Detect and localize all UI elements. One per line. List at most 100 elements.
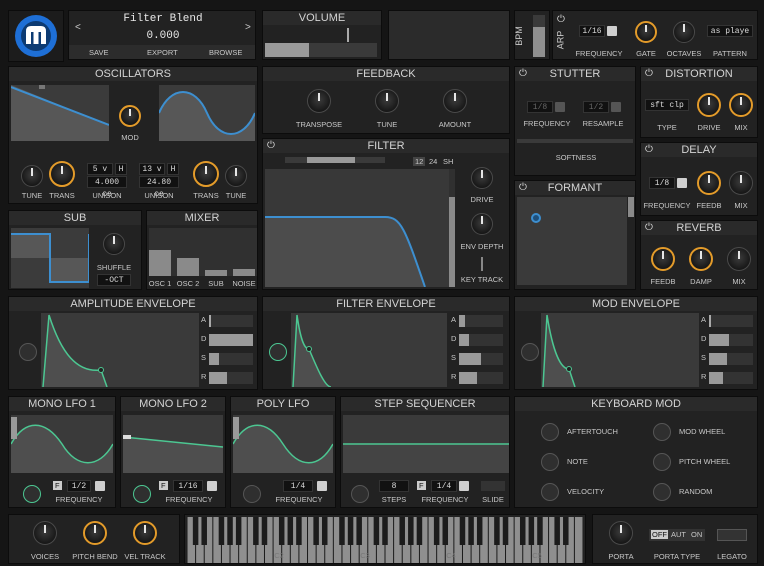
- mod-envelope-graph[interactable]: [541, 313, 699, 387]
- osc1-tune-knob[interactable]: [21, 165, 43, 187]
- sub-oct-field[interactable]: -OCT: [97, 274, 131, 286]
- poly-lfo-frequency-field[interactable]: 1/4: [283, 480, 313, 492]
- mono-lfo1-waveform[interactable]: [11, 415, 113, 473]
- formant-power-icon[interactable]: ⏻: [519, 183, 527, 193]
- legato-toggle[interactable]: [717, 529, 747, 541]
- fenv-sustain-slider[interactable]: [459, 353, 503, 365]
- voices-knob[interactable]: [33, 521, 57, 545]
- porta-type-selector[interactable]: OFF AUT ON: [649, 529, 705, 541]
- mono-lfo2-sync-icon[interactable]: [207, 481, 217, 491]
- volume-slider[interactable]: [265, 43, 377, 57]
- delay-sync-icon[interactable]: [677, 178, 687, 188]
- distortion-mix-knob[interactable]: [729, 93, 753, 117]
- filter-drive-knob[interactable]: [471, 167, 493, 189]
- black-key[interactable]: [218, 517, 225, 545]
- step-sequencer-f-button[interactable]: F: [417, 481, 426, 490]
- amp-release-slider[interactable]: [209, 372, 253, 384]
- black-key[interactable]: [347, 517, 354, 545]
- black-key[interactable]: [313, 517, 319, 545]
- mod-wheel-mod-icon[interactable]: [653, 423, 671, 441]
- black-key[interactable]: [416, 517, 423, 545]
- reverb-feedb-knob[interactable]: [651, 247, 675, 271]
- osc2-detune-field[interactable]: 24.80 ce: [139, 176, 179, 199]
- black-key[interactable]: [502, 517, 509, 545]
- formant-xy-pad[interactable]: [517, 197, 627, 285]
- black-key[interactable]: [528, 517, 535, 545]
- arp-pattern-field[interactable]: as playe: [707, 25, 753, 37]
- menv-release-slider[interactable]: [709, 372, 753, 384]
- fenv-release-slider[interactable]: [459, 372, 503, 384]
- mono-lfo1-f-button[interactable]: F: [53, 481, 62, 490]
- filter-blend-slider[interactable]: [285, 157, 385, 163]
- pitch-wheel-mod-icon[interactable]: [653, 453, 671, 471]
- arp-octaves-knob[interactable]: [673, 21, 695, 43]
- piano-keyboard[interactable]: [187, 517, 583, 563]
- stutter-power-icon[interactable]: ⏻: [519, 69, 527, 79]
- delay-mix-knob[interactable]: [729, 171, 753, 195]
- velocity-mod-icon[interactable]: [541, 483, 559, 501]
- arp-power-icon[interactable]: ⏻: [557, 15, 565, 25]
- poly-lfo-mod-icon[interactable]: [243, 485, 261, 503]
- osc2-voices-field[interactable]: 13 v: [139, 163, 165, 175]
- stutter-resample-field[interactable]: 1/2: [583, 101, 609, 113]
- black-key[interactable]: [408, 517, 414, 545]
- sub-waveform[interactable]: [11, 228, 89, 288]
- formant-xy-handle[interactable]: [531, 213, 541, 223]
- osc-mod-knob[interactable]: [119, 105, 141, 127]
- black-key[interactable]: [373, 517, 380, 545]
- stutter-frequency-sync-icon[interactable]: [555, 102, 565, 112]
- filter-resonance-slider[interactable]: [449, 169, 455, 287]
- step-sequencer-slide-slider[interactable]: [481, 481, 505, 491]
- filter-key-track-slider[interactable]: [481, 257, 483, 271]
- black-key[interactable]: [519, 517, 526, 545]
- porta-aut-option[interactable]: AUT: [671, 530, 686, 539]
- filter-power-icon[interactable]: ⏻: [267, 141, 275, 151]
- arp-gate-knob[interactable]: [635, 21, 657, 43]
- osc2-trans-knob[interactable]: [193, 161, 219, 187]
- black-key[interactable]: [399, 517, 405, 545]
- export-button[interactable]: EXPORT: [147, 48, 178, 57]
- mono-lfo1-frequency-field[interactable]: 1/2: [67, 480, 91, 492]
- feedback-transpose-knob[interactable]: [307, 89, 331, 113]
- black-key[interactable]: [287, 517, 294, 545]
- mod-envelope-mod-icon[interactable]: [521, 343, 539, 361]
- filter-12db-button[interactable]: 12: [413, 157, 426, 166]
- amp-decay-slider[interactable]: [209, 334, 253, 346]
- amplitude-envelope-mod-icon[interactable]: [19, 343, 37, 361]
- black-key[interactable]: [537, 517, 543, 545]
- reverb-mix-knob[interactable]: [727, 247, 751, 271]
- black-key[interactable]: [494, 517, 500, 545]
- step-sequencer-steps-field[interactable]: 8: [379, 480, 409, 492]
- osc1-trans-knob[interactable]: [49, 161, 75, 187]
- black-key[interactable]: [459, 517, 466, 545]
- save-button[interactable]: SAVE: [89, 48, 108, 57]
- delay-power-icon[interactable]: ⏻: [645, 145, 653, 155]
- formant-y-scroll[interactable]: [628, 197, 634, 217]
- black-key[interactable]: [554, 517, 560, 545]
- filter-env-depth-knob[interactable]: [471, 213, 493, 235]
- black-key[interactable]: [296, 517, 302, 545]
- distortion-drive-knob[interactable]: [697, 93, 721, 117]
- osc2-h-toggle[interactable]: H: [167, 163, 179, 175]
- patch-value[interactable]: 0.000: [89, 30, 237, 42]
- black-key[interactable]: [442, 517, 449, 545]
- bpm-slider[interactable]: [533, 15, 545, 57]
- step-sequencer-frequency-field[interactable]: 1/4: [431, 480, 457, 492]
- prev-patch-button[interactable]: <: [75, 22, 81, 33]
- black-key[interactable]: [261, 517, 268, 545]
- stutter-resample-sync-icon[interactable]: [611, 102, 621, 112]
- black-key[interactable]: [339, 517, 345, 545]
- black-key[interactable]: [321, 517, 328, 545]
- osc2-waveform[interactable]: [159, 85, 255, 141]
- delay-frequency-field[interactable]: 1/8: [649, 177, 675, 189]
- black-key[interactable]: [253, 517, 259, 545]
- browse-button[interactable]: BROWSE: [209, 48, 242, 57]
- mono-lfo1-mod-icon[interactable]: [23, 485, 41, 503]
- osc1-voices-field[interactable]: 5 v: [87, 163, 113, 175]
- feedback-amount-knob[interactable]: [443, 89, 467, 113]
- amplitude-envelope-graph[interactable]: [41, 313, 199, 387]
- distortion-type-field[interactable]: sft clp: [645, 99, 689, 111]
- black-key[interactable]: [433, 517, 440, 545]
- filter-envelope-mod-icon[interactable]: [269, 343, 287, 361]
- filter-24db-button[interactable]: 24: [429, 157, 437, 166]
